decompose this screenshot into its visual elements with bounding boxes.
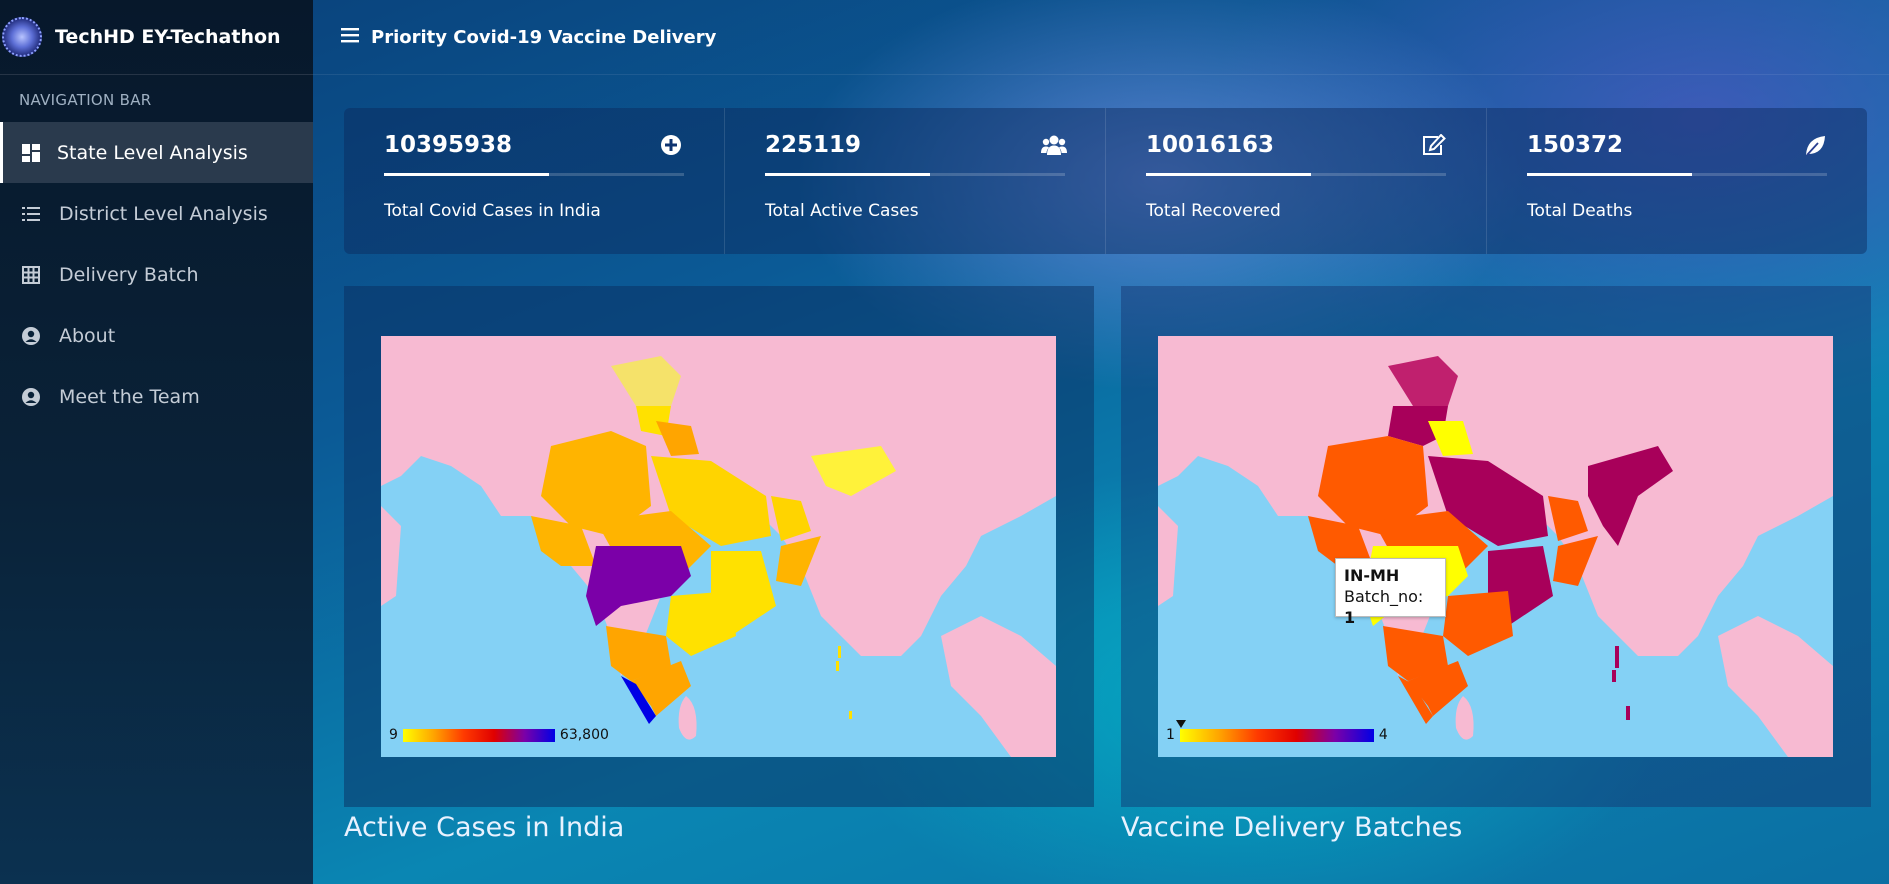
sidebar-item-label: District Level Analysis (59, 202, 268, 225)
brand[interactable]: TechHD EY-Techathon (0, 0, 313, 75)
hamburger-menu-icon[interactable] (341, 27, 361, 47)
state-ap-tg (666, 591, 736, 656)
legend-max: 63,800 (559, 727, 609, 743)
land-region (1718, 616, 1833, 757)
page-title: Priority Covid-19 Vaccine Delivery (371, 26, 717, 48)
legend-gradient (402, 728, 555, 742)
brand-name: TechHD EY-Techathon (55, 26, 281, 48)
stat-label: Total Recovered (1146, 201, 1281, 221)
active-cases-caption: Active Cases in India (344, 812, 625, 843)
color-legend: 9 63,800 (389, 727, 609, 743)
nav-heading: NAVIGATION BAR (19, 91, 152, 109)
sidebar-item-label: About (59, 324, 116, 347)
sidebar-item-delivery-batch[interactable]: Delivery Batch (0, 244, 313, 305)
map-svg (1158, 336, 1833, 757)
legend-max: 4 (1378, 727, 1388, 743)
sidebar-item-label: Meet the Team (59, 385, 200, 408)
leaf-icon (1803, 134, 1827, 158)
stat-progress (765, 173, 1065, 176)
tooltip-row: Batch_no: 1 (1344, 586, 1437, 628)
legend-gradient (1179, 728, 1374, 742)
stat-progress (384, 173, 684, 176)
stats-card: 10395938 Total Covid Cases in India 2251… (344, 108, 1867, 254)
edit-icon (1422, 133, 1446, 158)
list-icon (21, 204, 41, 224)
sidebar-item-district-level-analysis[interactable]: District Level Analysis (0, 183, 313, 244)
dashboard-icon (21, 143, 41, 163)
islands (836, 646, 852, 719)
stat-value: 225119 (765, 132, 862, 158)
user-circle-icon (21, 326, 41, 346)
plus-circle-icon (660, 134, 684, 158)
stat-progress (1146, 173, 1446, 176)
stat-active-cases: 225119 Total Active Cases (725, 108, 1106, 254)
tooltip-value: 1 (1344, 608, 1356, 627)
legend-min: 1 (1166, 727, 1175, 743)
stat-recovered: 10016163 Total Recovered (1106, 108, 1487, 254)
grid-icon (21, 265, 41, 285)
stat-value: 150372 (1527, 132, 1624, 158)
legend-min: 9 (389, 727, 398, 743)
sidebar-item-state-level-analysis[interactable]: State Level Analysis (0, 122, 313, 183)
active-cases-panel: 9 63,800 (344, 286, 1094, 807)
stat-value: 10016163 (1146, 132, 1275, 158)
sri-lanka (678, 696, 697, 740)
stat-label: Total Covid Cases in India (384, 201, 601, 221)
land-region (381, 506, 401, 606)
color-legend: 1 4 (1166, 727, 1388, 743)
sidebar: TechHD EY-Techathon NAVIGATION BAR State… (0, 0, 313, 884)
tooltip-key: Batch_no: (1344, 587, 1424, 606)
sidebar-item-label: State Level Analysis (57, 141, 248, 164)
map-svg (381, 336, 1056, 757)
stat-label: Total Active Cases (765, 201, 919, 221)
virus-logo-icon (2, 17, 42, 57)
delivery-batches-map[interactable]: 1 4 IN-MH Batch_no: 1 (1158, 336, 1833, 757)
stat-progress (1527, 173, 1827, 176)
land-region (1158, 506, 1178, 606)
islands (1612, 646, 1630, 720)
stat-label: Total Deaths (1527, 201, 1633, 221)
map-tooltip: IN-MH Batch_no: 1 (1335, 558, 1446, 627)
stat-deaths: 150372 Total Deaths (1487, 108, 1867, 254)
sidebar-item-meet-the-team[interactable]: Meet the Team (0, 366, 313, 427)
stat-total-cases: 10395938 Total Covid Cases in India (344, 108, 725, 254)
header: Priority Covid-19 Vaccine Delivery (313, 0, 1889, 75)
sidebar-item-about[interactable]: About (0, 305, 313, 366)
user-circle-icon (21, 387, 41, 407)
users-icon (1041, 134, 1067, 158)
active-cases-map[interactable]: 9 63,800 (381, 336, 1056, 757)
sri-lanka (1455, 696, 1474, 740)
state-ap-tg (1443, 591, 1513, 656)
land-region (941, 616, 1056, 757)
stat-value: 10395938 (384, 132, 513, 158)
sidebar-item-label: Delivery Batch (59, 263, 199, 286)
delivery-batches-caption: Vaccine Delivery Batches (1121, 812, 1463, 843)
tooltip-title: IN-MH (1344, 566, 1400, 585)
delivery-batches-panel: 1 4 IN-MH Batch_no: 1 (1121, 286, 1871, 807)
